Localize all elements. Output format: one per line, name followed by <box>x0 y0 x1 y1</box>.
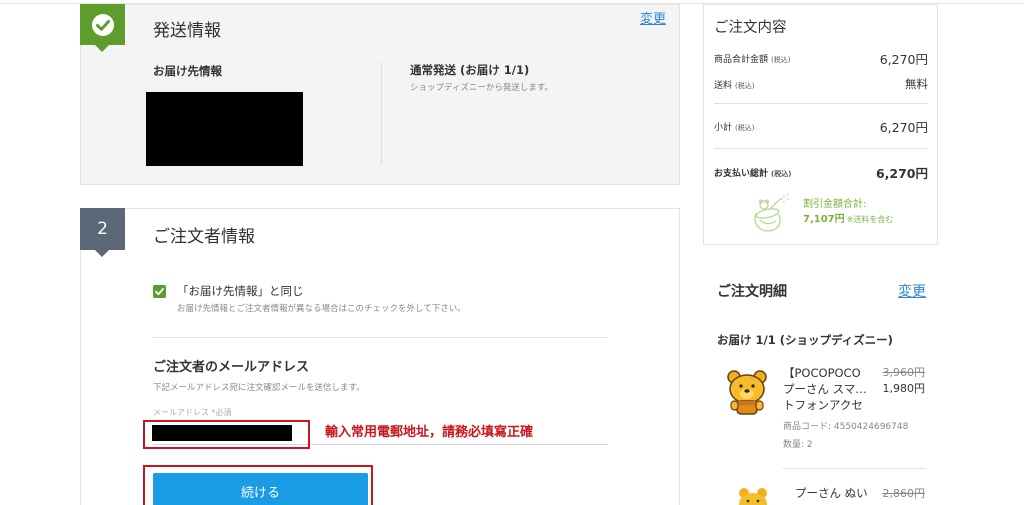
row-value: 無料 <box>905 77 928 91</box>
step-complete-badge <box>80 4 125 45</box>
discount-total-line: 7,107円 ※送料を含む <box>803 215 893 225</box>
row-value: 6,270円 <box>875 165 928 181</box>
section-title: 発送情報 <box>153 21 221 41</box>
product-name-line: プーさん スマ… <box>783 382 867 396</box>
check-icon <box>91 13 115 37</box>
email-note: 下記メールアドレス宛に注文確認メールを送信します。 <box>153 383 365 393</box>
pooh-face-icon[interactable] <box>722 367 772 417</box>
order-details-title: ご注文明細 <box>717 284 787 300</box>
row-label: 送料 <box>714 80 733 91</box>
summary-divider <box>714 103 928 104</box>
details-change-link[interactable]: 変更 <box>898 285 926 299</box>
tax-note: (税込) <box>735 81 755 90</box>
same-as-shipping-checkbox[interactable] <box>153 285 166 298</box>
checkmark-icon <box>155 288 164 296</box>
item-divider <box>783 468 925 469</box>
same-as-shipping-label[interactable]: 「お届け先情報」と同じ <box>177 285 304 298</box>
badge-pointer <box>95 250 109 257</box>
tax-note: (税込) <box>735 123 755 132</box>
product-quantity: 数量: 2 <box>783 440 813 450</box>
email-heading: ご注文者のメールアドレス <box>153 360 310 375</box>
row-label: 小計 <box>714 122 733 133</box>
form-divider <box>153 337 608 338</box>
row-value: 6,270円 <box>879 51 928 67</box>
summary-row-shipping: 送料 (税込) 無料 <box>714 77 928 91</box>
column-divider <box>381 62 382 164</box>
order-summary-title: ご注文内容 <box>714 20 787 36</box>
original-price: 2,860円 <box>882 487 926 500</box>
product-name-line: 【POCOPOCO <box>783 366 861 380</box>
product-name[interactable]: プーさん ぬい <box>795 486 875 500</box>
order-details-panel: ご注文明細 変更 お届け 1/1 (ショップディズニー) 【POCOPOCO プ… <box>703 260 938 505</box>
product-prices: 3,960円 1,980円 <box>883 365 926 397</box>
tax-note: (税込) <box>771 169 792 178</box>
product-name-line: トフォンアクセ <box>783 398 863 412</box>
row-value: 6,270円 <box>879 119 928 135</box>
badge-pointer <box>95 45 109 52</box>
address-heading: お届け先情報 <box>153 64 222 78</box>
honey-pot-icon <box>748 192 792 234</box>
product-name[interactable]: 【POCOPOCO プーさん スマ… トフォンアクセ <box>783 365 873 413</box>
delivery-heading: お届け 1/1 (ショップディズニー) <box>717 333 893 347</box>
shipping-method-heading: 通常発送 (お届け 1/1) <box>410 63 530 77</box>
discount-note: ※送料を含む <box>846 215 894 224</box>
redacted-address-block <box>146 92 303 166</box>
section-title: ご注文者情報 <box>153 227 255 247</box>
same-as-shipping-note: お届け先情報とご注文者情報が異なる場合はこのチェックを外して下さい。 <box>177 304 466 314</box>
product-code: 商品コード: 4550424696748 <box>783 422 909 432</box>
annotation-text: 輸入常用電郵地址，請務必填寫正確 <box>325 425 534 440</box>
row-label: 商品合計金額 <box>714 54 769 65</box>
summary-row-total: お支払い総計 (税込) 6,270円 <box>714 165 928 181</box>
sale-price: 1,980円 <box>882 382 926 395</box>
step-number-badge: 2 <box>80 208 125 250</box>
product-prices: 2,860円 <box>883 487 926 500</box>
annotation-highlight-button <box>143 465 373 505</box>
shipping-method-note: ショップディズニーから発送します。 <box>410 83 554 93</box>
summary-row-subtotal: 小計 (税込) 6,270円 <box>714 119 928 135</box>
pooh-plush-icon[interactable] <box>735 487 771 505</box>
email-field-label: メールアドレス *必須 <box>153 408 232 417</box>
row-label: お支払い総計 <box>714 168 769 179</box>
tax-note: (税込) <box>771 55 791 64</box>
original-price: 3,960円 <box>882 366 926 379</box>
shipping-change-link[interactable]: 変更 <box>640 13 666 26</box>
summary-row-subtotal-items: 商品合計金額 (税込) 6,270円 <box>714 51 928 67</box>
order-summary-panel: ご注文内容 商品合計金額 (税込) 6,270円 送料 (税込) 無料 小計 (税込)… <box>703 4 938 245</box>
discount-total-label: 割引金額合計: <box>803 199 867 210</box>
summary-divider <box>714 148 928 149</box>
shipping-info-section: 発送情報 変更 お届け先情報 通常発送 (お届け 1/1) ショップディズニーか… <box>80 4 680 185</box>
discount-amount: 7,107円 <box>803 214 845 225</box>
product-name-line: プーさん ぬい <box>795 486 868 500</box>
orderer-info-section: 2 ご注文者情報 「お届け先情報」と同じ お届け先情報とご注文者情報が異なる場合… <box>80 208 680 505</box>
annotation-highlight-email <box>143 420 310 449</box>
